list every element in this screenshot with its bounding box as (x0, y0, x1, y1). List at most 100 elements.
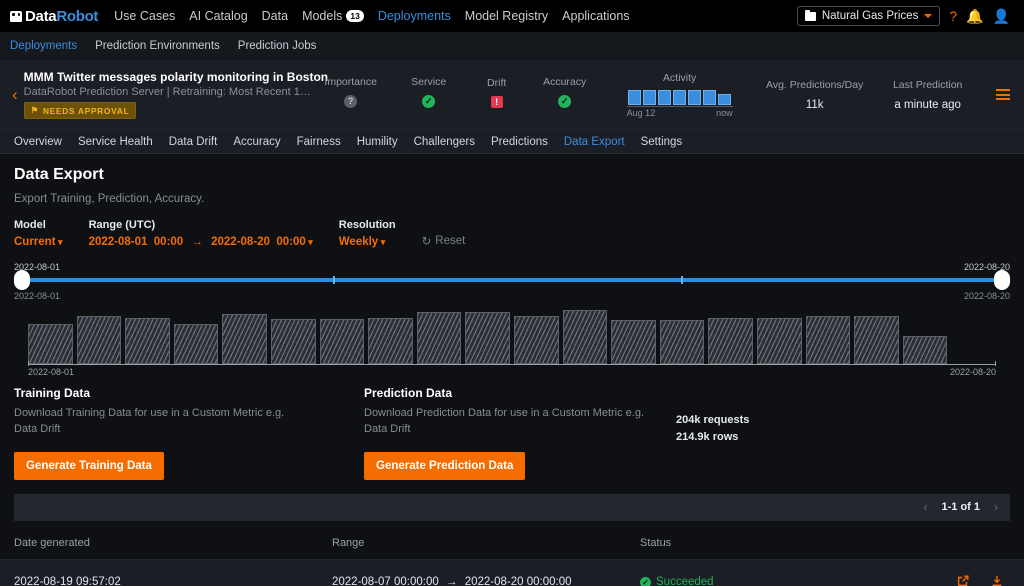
histogram-bar (563, 310, 608, 364)
tab-data-export[interactable]: Data Export (564, 136, 625, 148)
prediction-volume-histogram: 2022-08-01 2022-08-20 (14, 308, 1010, 376)
logo-text-robot: Robot (56, 8, 98, 25)
training-data-description: Download Training Data for use in a Cust… (14, 406, 304, 438)
metric-value: a minute ago (874, 99, 982, 111)
nav-item-data[interactable]: Data (262, 9, 288, 23)
top-nav-right-group: Natural Gas Prices ? 🔔 👤 (797, 6, 1014, 26)
range-arrow-icon: → (446, 576, 458, 586)
range-end-time: 00:00 (276, 236, 305, 248)
model-label: Model (14, 219, 63, 231)
metric-label: Accuracy (526, 76, 604, 88)
histogram-bar (28, 324, 73, 364)
reset-button[interactable]: ↻ Reset (422, 234, 466, 248)
prediction-data-title: Prediction Data (364, 386, 654, 400)
histogram-axis-line (28, 364, 996, 365)
check-circle-icon (640, 577, 651, 586)
slider-handle-start[interactable] (14, 270, 30, 290)
check-circle-icon (558, 95, 571, 108)
histogram-bar (854, 316, 899, 364)
model-dropdown[interactable]: Current ▾ (14, 236, 63, 248)
notifications-bell-icon[interactable]: 🔔 (966, 9, 983, 23)
subnav-item-prediction-jobs[interactable]: Prediction Jobs (238, 40, 317, 52)
histogram-bar (611, 320, 656, 364)
model-control: Model Current ▾ (14, 219, 63, 248)
metric-label: Drift (468, 77, 526, 89)
deployment-actions-menu-icon[interactable] (996, 89, 1010, 100)
nav-item-use-cases[interactable]: Use Cases (114, 9, 175, 23)
activity-bar (718, 94, 731, 105)
page-title: Data Export (14, 166, 1010, 184)
status-badge-succeeded: Succeeded (640, 576, 956, 586)
alert-square-icon (491, 96, 503, 108)
tab-accuracy[interactable]: Accuracy (233, 136, 280, 148)
metric-label: Avg. Predictions/Day (756, 79, 874, 91)
training-data-title: Training Data (14, 386, 364, 400)
nav-item-models[interactable]: Models 13 (302, 9, 364, 23)
resolution-dropdown[interactable]: Weekly ▾ (339, 236, 396, 248)
histogram-bar (174, 324, 219, 364)
metric-label: Last Prediction (874, 79, 982, 91)
histogram-bars (28, 308, 996, 364)
help-icon[interactable]: ? (949, 9, 957, 23)
range-end-date: 2022-08-20 (211, 236, 270, 248)
activity-bar (628, 90, 641, 105)
open-external-link-icon[interactable] (956, 574, 970, 586)
pagination-prev-button[interactable]: ‹ (923, 500, 927, 514)
flag-icon: ⚑ (31, 105, 39, 116)
histogram-bar (757, 318, 802, 364)
nav-item-applications[interactable]: Applications (562, 9, 629, 23)
nav-label: Data (262, 9, 288, 23)
range-control: Range (UTC) 2022-08-01 00:00 → 2022-08-2… (89, 219, 313, 248)
pagination-label: 1-1 of 1 (941, 501, 980, 513)
reset-label: Reset (435, 235, 465, 247)
user-avatar-icon[interactable]: 👤 (993, 9, 1010, 23)
histogram-bar (77, 316, 122, 364)
date-range-slider[interactable]: 2022-08-01 2022-08-20 2022-08-01 2022-08… (14, 262, 1010, 304)
tab-challengers[interactable]: Challengers (414, 136, 475, 148)
tab-overview[interactable]: Overview (14, 136, 62, 148)
tab-data-drift[interactable]: Data Drift (169, 136, 218, 148)
prediction-data-description: Download Prediction Data for use in a Cu… (364, 406, 654, 438)
tab-humility[interactable]: Humility (357, 136, 398, 148)
model-value: Current (14, 236, 56, 248)
resolution-value: Weekly (339, 236, 378, 248)
nav-item-model-registry[interactable]: Model Registry (465, 9, 548, 23)
back-arrow-icon[interactable]: ‹ (6, 86, 24, 103)
tab-settings[interactable]: Settings (641, 136, 683, 148)
slider-tick (333, 276, 335, 284)
nav-item-ai-catalog[interactable]: AI Catalog (189, 9, 247, 23)
nav-label: AI Catalog (189, 9, 247, 23)
generate-prediction-data-button[interactable]: Generate Prediction Data (364, 452, 525, 480)
nav-label: Model Registry (465, 9, 548, 23)
download-icon[interactable] (990, 574, 1004, 586)
range-start-date: 2022-08-01 (89, 236, 148, 248)
use-case-selector[interactable]: Natural Gas Prices (797, 6, 941, 26)
histogram-bar (320, 319, 365, 364)
tab-service-health[interactable]: Service Health (78, 136, 153, 148)
subnav-item-prediction-environments[interactable]: Prediction Environments (95, 40, 220, 52)
metric-last-prediction: Last Prediction a minute ago (874, 79, 982, 111)
folder-icon (805, 12, 816, 21)
metric-label: Importance (312, 76, 390, 88)
tab-fairness[interactable]: Fairness (297, 136, 341, 148)
needs-approval-label: NEEDS APPROVAL (43, 106, 129, 116)
generate-training-data-button[interactable]: Generate Training Data (14, 452, 164, 480)
slider-bottom-right-label: 2022-08-20 (964, 291, 1010, 301)
cell-status: Succeeded (640, 576, 956, 586)
metric-label: Service (390, 76, 468, 88)
slider-tick (681, 276, 683, 284)
datarobot-logo[interactable]: DataRobot (10, 8, 98, 25)
tab-predictions[interactable]: Predictions (491, 136, 548, 148)
nav-label: Deployments (378, 9, 451, 23)
nav-item-deployments[interactable]: Deployments (378, 9, 451, 23)
slider-handle-end[interactable] (994, 270, 1010, 290)
logo-text-data: Data (25, 8, 56, 25)
subnav-item-deployments[interactable]: Deployments (10, 40, 77, 52)
metric-avg-predictions-per-day: Avg. Predictions/Day 11k (756, 79, 874, 111)
deployment-title: MMM Twitter messages polarity monitoring… (24, 70, 312, 84)
pagination-next-button[interactable]: › (994, 500, 998, 514)
table-row[interactable]: 2022-08-19 09:57:02 2022-08-07 00:00:00 … (0, 559, 1024, 586)
slider-track[interactable] (14, 278, 1010, 282)
use-case-label: Natural Gas Prices (822, 10, 919, 22)
range-dropdown[interactable]: 2022-08-01 00:00 → 2022-08-20 00:00 ▾ (89, 236, 313, 248)
